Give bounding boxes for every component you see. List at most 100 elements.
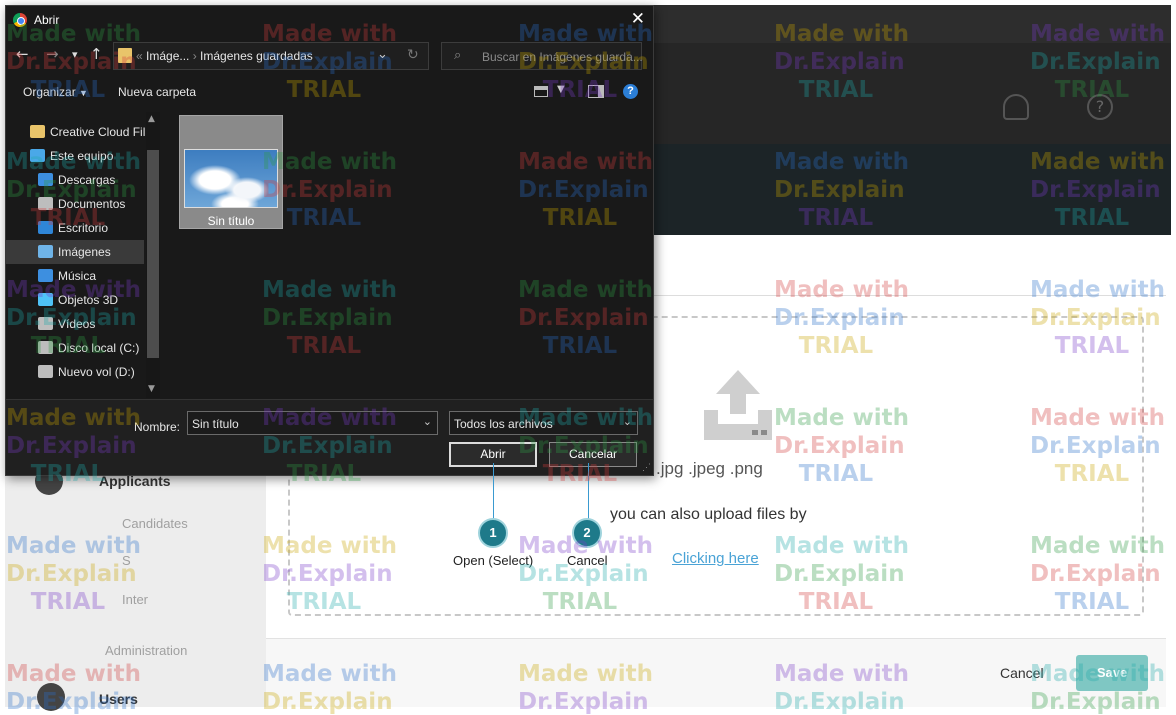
callout-marker-open: 1 xyxy=(478,518,508,548)
forward-arrow-icon[interactable]: → xyxy=(46,45,59,63)
nav-item-3[interactable]: Descargas xyxy=(6,168,144,192)
filename-input[interactable]: Sin título ⌄ xyxy=(187,411,438,435)
breadcrumb-parent[interactable]: Imáge... xyxy=(146,49,189,63)
nav-item-6[interactable]: Imágenes xyxy=(6,240,144,264)
nav-item-label: Descargas xyxy=(58,173,116,187)
nav-item-11[interactable]: Nuevo vol (D:) xyxy=(6,360,144,384)
search-icon: ⌕ xyxy=(454,48,462,63)
nav-item-label: Vídeos xyxy=(58,317,96,331)
search-box[interactable]: ⌕ Buscar en Imágenes guarda... xyxy=(441,42,643,70)
recent-locations-chevron-icon[interactable]: ▾ xyxy=(72,48,78,61)
nav-item-label: Disco local (C:) xyxy=(58,341,140,355)
nav-item-4[interactable]: Documentos xyxy=(6,192,144,216)
new-folder-button[interactable]: Nueva carpeta xyxy=(118,85,196,99)
allowed-file-types: .jpg .jpeg .png xyxy=(656,459,763,478)
file-type-value: Todos los archivos xyxy=(454,417,553,431)
scroll-down-arrow-icon[interactable]: ▼ xyxy=(148,384,155,394)
drive-icon xyxy=(38,341,53,354)
nav-item-label: Documentos xyxy=(58,197,126,211)
nav-item-label: Creative Cloud Fil xyxy=(50,125,146,139)
file-open-dialog: Abrir ✕ ← → ▾ ↑ « Imáge... › Imágenes gu… xyxy=(5,5,654,476)
file-name: Sin título xyxy=(207,214,255,228)
music-icon xyxy=(38,269,53,282)
breadcrumb: « Imáge... › Imágenes guardadas xyxy=(136,49,313,63)
nav-item-7[interactable]: Música xyxy=(6,264,144,288)
nav-item-label: Objetos 3D xyxy=(58,293,119,307)
navigation-bar: ← → ▾ ↑ « Imáge... › Imágenes guardadas … xyxy=(6,40,653,70)
upload-hint: you can also upload files by xyxy=(610,506,807,523)
download-icon xyxy=(38,173,53,186)
sidebar-item-users[interactable]: Users xyxy=(99,691,138,707)
cancel-button[interactable]: Cancelar xyxy=(549,442,637,467)
navigation-pane: Nuevo vol (D:) Disco local (C:) Vídeos Obje… xyxy=(6,112,162,398)
chrome-icon xyxy=(13,13,27,27)
dialog-footer: Nombre: Sin título ⌄ Todos los archivos … xyxy=(6,399,653,475)
organize-label: Organizar xyxy=(23,85,76,99)
sidebar-item-inter[interactable]: Inter xyxy=(122,592,148,607)
file-list: Sin título xyxy=(164,112,653,398)
view-options-chevron-icon[interactable]: ▼ xyxy=(557,84,565,95)
bell-icon[interactable] xyxy=(1003,94,1029,120)
nav-item-9[interactable]: Vídeos xyxy=(6,312,144,336)
callout-line-open xyxy=(493,463,494,520)
browse-link[interactable]: Clicking here xyxy=(672,550,759,567)
modal-cancel-button[interactable]: Cancel xyxy=(1000,665,1044,681)
upload-icon xyxy=(704,370,772,440)
organize-menu[interactable]: Organizar ▼ xyxy=(23,85,88,99)
nav-item-label: Nuevo vol (D:) xyxy=(58,365,135,379)
nav-item-label: Escritorio xyxy=(58,221,109,235)
breadcrumb-current[interactable]: Imágenes guardadas xyxy=(200,49,313,63)
chevron-down-icon[interactable]: ⌄ xyxy=(623,415,632,428)
nav-item-label: Este equipo xyxy=(50,149,114,163)
callout-line-cancel xyxy=(588,463,589,520)
desktop-icon xyxy=(38,221,53,234)
nav-item-10[interactable]: Disco local (C:) xyxy=(6,336,144,360)
nav-item-8[interactable]: Objetos 3D xyxy=(6,288,144,312)
screenshot-stage: ? Applicants Candidates S Inter Administ… xyxy=(0,0,1176,715)
modal-save-button[interactable]: Save xyxy=(1076,655,1148,691)
video-icon xyxy=(38,317,53,330)
up-arrow-icon[interactable]: ↑ xyxy=(90,45,103,63)
dialog-title: Abrir xyxy=(34,13,60,27)
computer-icon xyxy=(30,149,45,162)
chevron-down-icon: ▼ xyxy=(79,88,88,98)
modal-footer: Cancel Save xyxy=(266,638,1166,707)
callout-label-cancel: Cancel xyxy=(567,553,608,568)
search-input[interactable]: Buscar en Imágenes guarda... xyxy=(482,50,643,64)
chevron-down-icon[interactable]: ⌄ xyxy=(423,415,432,428)
scroll-thumb[interactable] xyxy=(147,150,159,358)
help-icon[interactable]: ? xyxy=(623,84,638,99)
nav-scrollbar[interactable]: ▲ ▼ xyxy=(146,112,160,398)
nav-item-label: Imágenes xyxy=(58,245,111,259)
scroll-up-arrow-icon[interactable]: ▲ xyxy=(148,114,155,124)
users-icon xyxy=(37,683,65,711)
folder-icon xyxy=(118,48,132,63)
preview-pane-icon[interactable] xyxy=(588,85,604,98)
callout-marker-cancel: 2 xyxy=(572,518,602,548)
callout-label-open: Open (Select) xyxy=(453,553,534,568)
back-arrow-icon[interactable]: ← xyxy=(16,45,29,63)
command-bar: Organizar ▼ Nueva carpeta ▼ ? xyxy=(6,80,653,108)
3d-objects-icon xyxy=(38,293,53,306)
image-thumbnail xyxy=(184,149,278,208)
nav-item-1[interactable]: Creative Cloud Fil xyxy=(6,120,146,144)
file-item[interactable]: Sin título xyxy=(179,115,283,229)
sidebar-item-candidates[interactable]: Candidates xyxy=(122,516,188,531)
sidebar-item-administration[interactable]: Administration xyxy=(105,643,187,658)
dialog-title-bar: Abrir ✕ xyxy=(6,6,653,34)
address-bar[interactable]: « Imáge... › Imágenes guardadas ⌄ ↻ xyxy=(113,42,429,70)
resize-grip-icon[interactable]: ⋰ xyxy=(642,462,651,473)
help-circle-icon[interactable]: ? xyxy=(1087,94,1113,120)
close-icon[interactable]: ✕ xyxy=(631,9,645,29)
nav-item-5[interactable]: Escritorio xyxy=(6,216,144,240)
chevron-down-icon[interactable]: ⌄ xyxy=(377,47,388,62)
view-mode-icon[interactable] xyxy=(534,86,548,97)
nav-item-2[interactable]: Este equipo xyxy=(6,144,144,168)
refresh-icon[interactable]: ↻ xyxy=(407,47,419,63)
sidebar-item-s[interactable]: S xyxy=(122,553,131,568)
creative-cloud-icon xyxy=(30,125,45,138)
file-type-select[interactable]: Todos los archivos ⌄ xyxy=(449,411,638,435)
drive-icon xyxy=(38,365,53,378)
filename-value: Sin título xyxy=(192,417,239,431)
filename-label: Nombre: xyxy=(134,420,181,434)
